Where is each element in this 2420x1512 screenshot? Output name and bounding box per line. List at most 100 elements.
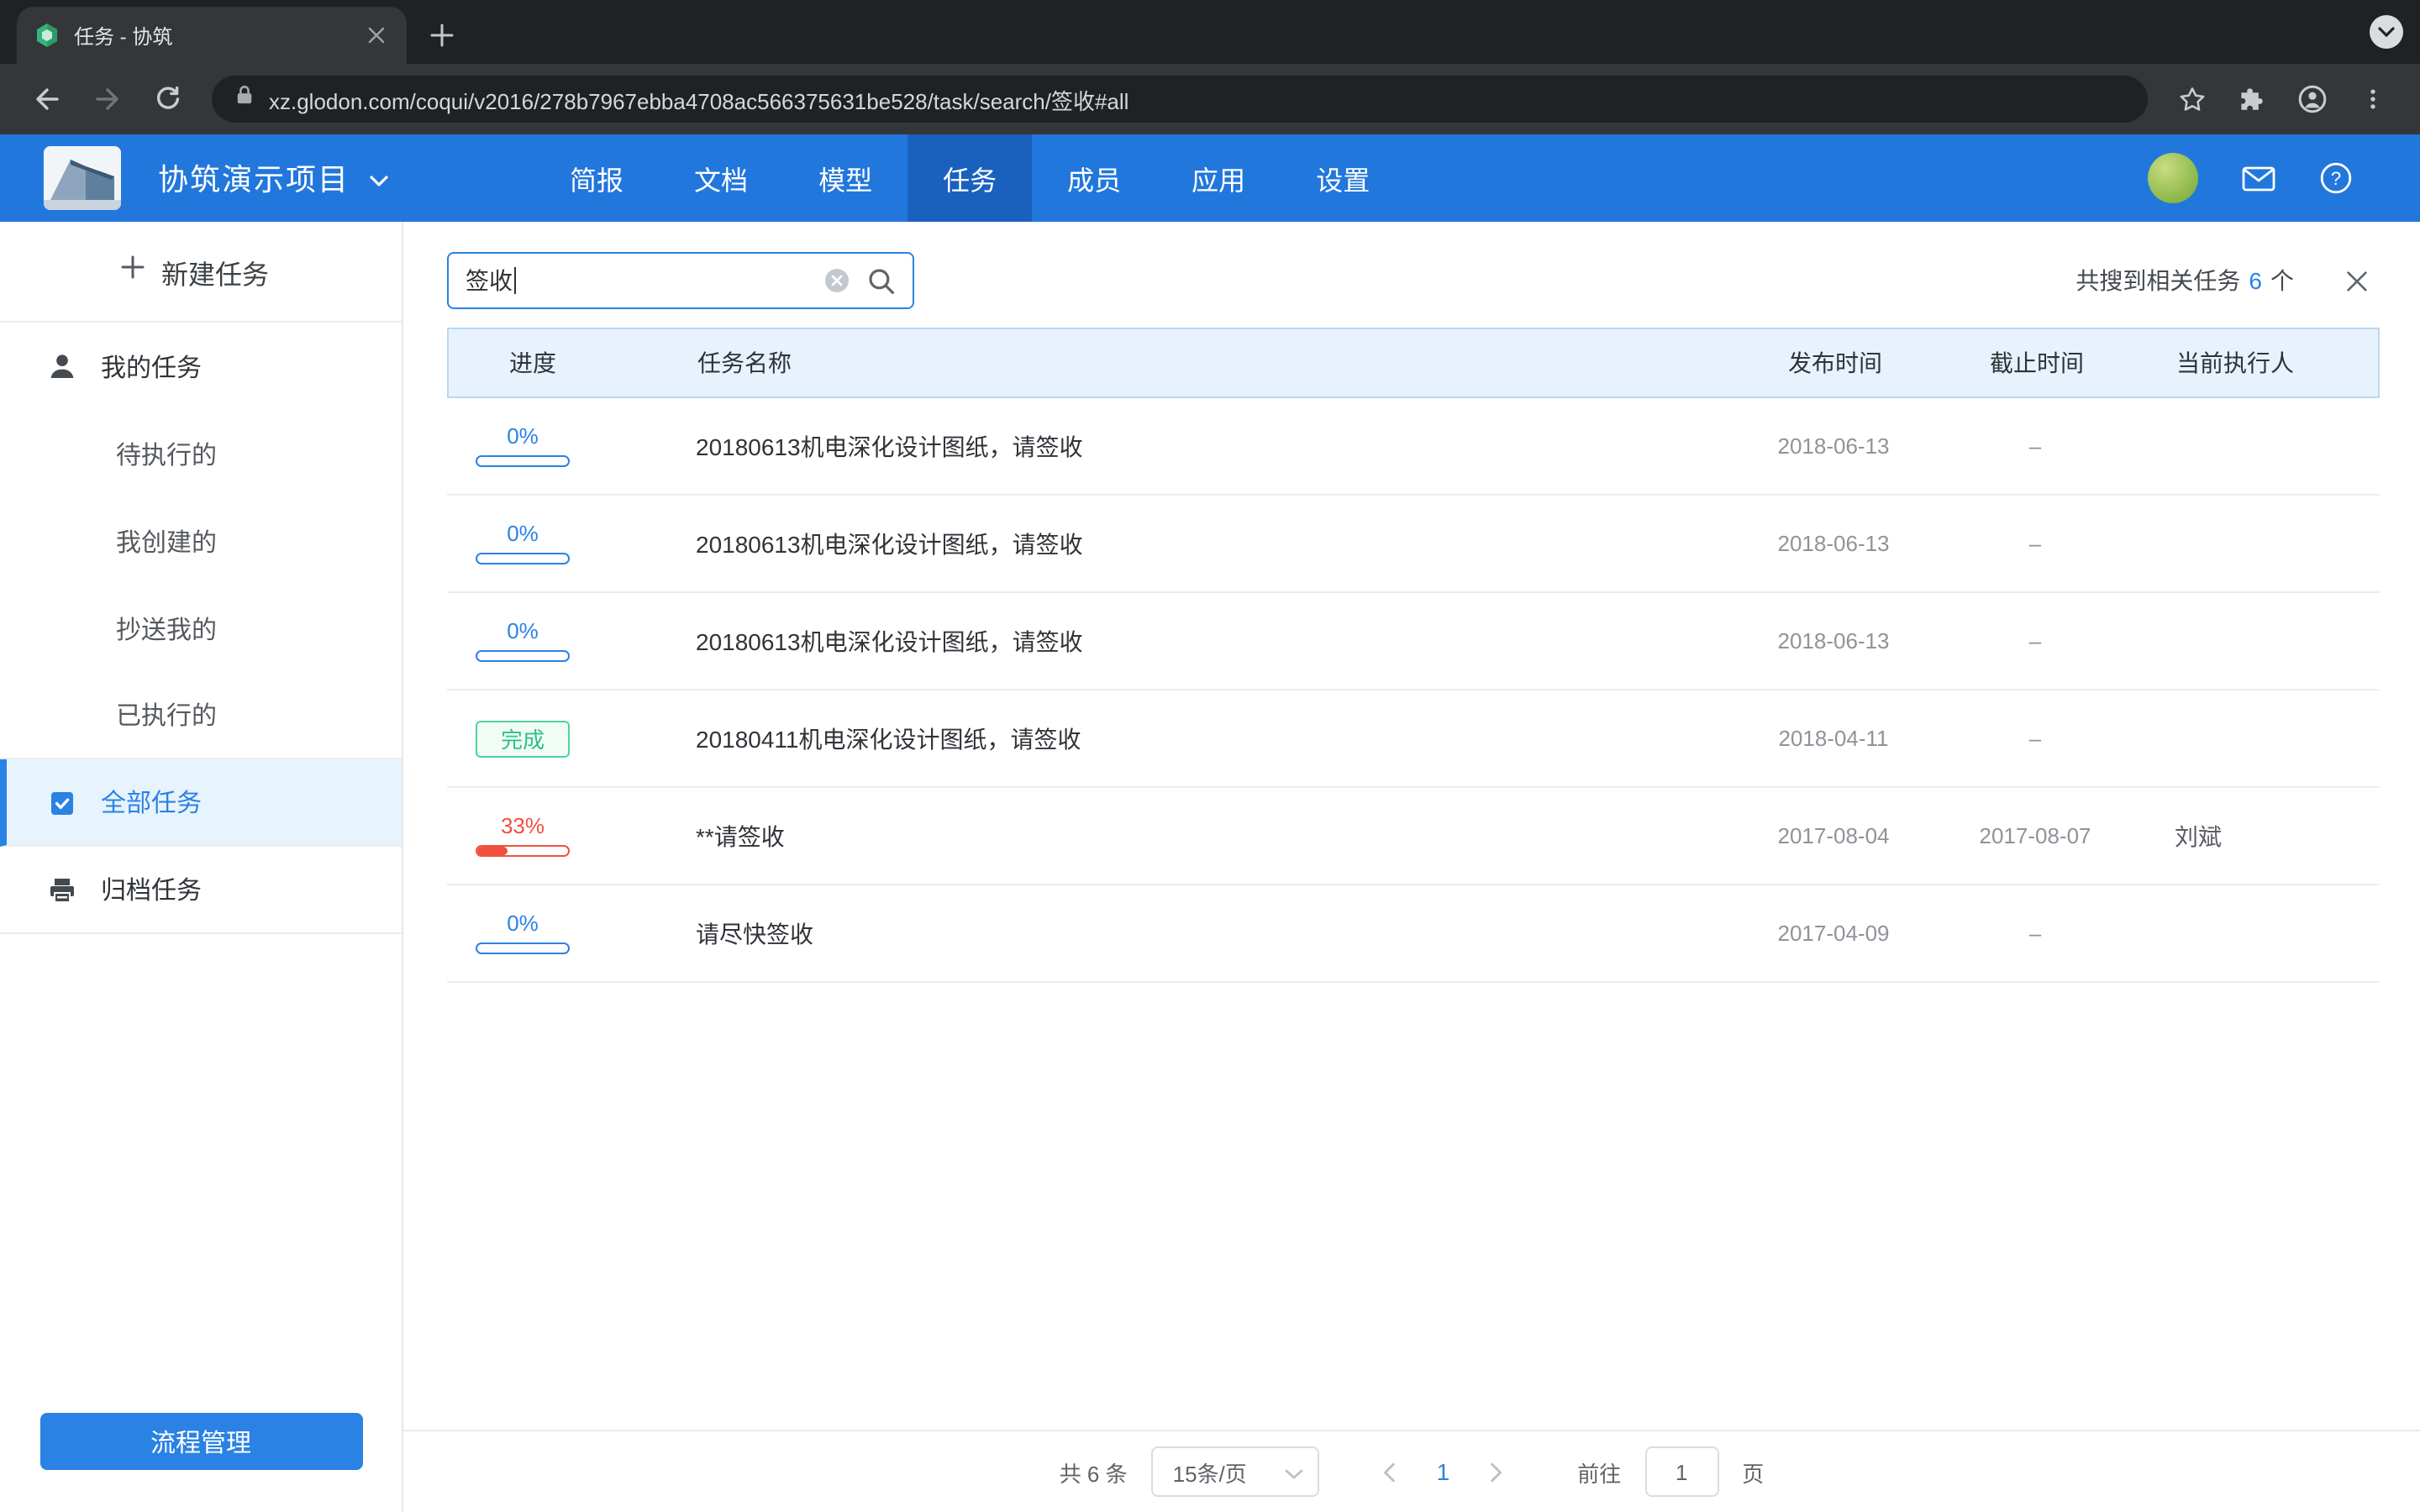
task-publish-date: 2018-04-11: [1707, 726, 1960, 751]
task-progress: 0%: [447, 522, 682, 564]
back-icon[interactable]: [22, 74, 72, 124]
table-row[interactable]: 0% 20180613机电深化设计图纸，请签收 2018-06-13 –: [447, 593, 2380, 690]
project-logo[interactable]: [44, 146, 121, 210]
sidebar-item-all-tasks[interactable]: 全部任务: [0, 759, 402, 847]
bookmark-star-icon[interactable]: [2166, 74, 2217, 124]
messages-envelope-icon[interactable]: [2242, 165, 2275, 191]
progress-bar: [476, 455, 570, 467]
task-deadline: –: [1960, 628, 2111, 654]
main-nav: 简报 文档 模型 任务 成员 应用 设置: [534, 134, 1405, 222]
browser-tabstrip: 任务 - 协筑: [0, 0, 2420, 64]
header-right: ?: [2148, 153, 2353, 203]
new-task-button[interactable]: 新建任务: [0, 222, 402, 323]
task-progress: 完成: [447, 720, 682, 757]
progress-bar: [476, 942, 570, 954]
person-icon: [47, 351, 77, 381]
app-header: 协筑演示项目 简报 文档 模型 任务 成员 应用 设置 ?: [0, 134, 2420, 222]
extensions-puzzle-icon[interactable]: [2227, 74, 2277, 124]
new-tab-button[interactable]: [420, 13, 464, 57]
task-list-check-icon: [47, 787, 77, 817]
nav-item-apps[interactable]: 应用: [1156, 134, 1281, 222]
table-row[interactable]: 0% 请尽快签收 2017-04-09 –: [447, 885, 2380, 983]
task-name[interactable]: 20180411机电深化设计图纸，请签收: [682, 722, 1707, 755]
browser-menu-kebab-icon[interactable]: [2348, 74, 2398, 124]
task-name[interactable]: 请尽快签收: [682, 916, 1707, 950]
sidebar: 新建任务 我的任务 待执行的 我创建的 抄送我的 已执行的 全部任务: [0, 222, 403, 1512]
task-name[interactable]: 20180613机电深化设计图纸，请签收: [682, 429, 1707, 463]
lock-icon: [235, 84, 254, 114]
search-value: 签收: [466, 264, 513, 297]
help-icon[interactable]: ?: [2319, 161, 2353, 195]
nav-item-briefing[interactable]: 简报: [534, 134, 659, 222]
forward-icon[interactable]: [82, 74, 133, 124]
task-publish-date: 2017-04-09: [1707, 921, 1960, 946]
site-favicon-icon: [34, 22, 60, 49]
reload-icon[interactable]: [143, 74, 193, 124]
table-row[interactable]: 33% **请签收 2017-08-04 2017-08-07 刘斌: [447, 788, 2380, 885]
app-body: 新建任务 我的任务 待执行的 我创建的 抄送我的 已执行的 全部任务: [0, 222, 2420, 1512]
sidebar-item-pending[interactable]: 待执行的: [0, 410, 402, 497]
project-switcher[interactable]: 协筑演示项目: [158, 156, 390, 200]
search-result-summary: 共搜到相关任务 6 个: [2075, 264, 2294, 297]
sidebar-item-created-by-me[interactable]: 我创建的: [0, 497, 402, 585]
nav-item-members[interactable]: 成员: [1032, 134, 1156, 222]
task-deadline: 2017-08-07: [1960, 823, 2111, 848]
search-icon[interactable]: [867, 266, 896, 295]
result-count: 6: [2249, 267, 2262, 294]
tab-close-icon[interactable]: [363, 22, 390, 49]
prev-page-icon[interactable]: [1370, 1452, 1410, 1492]
header-task-name: 任务名称: [684, 346, 1709, 380]
pagination-bar: 共 6 条 15条/页 1 前往 页: [403, 1430, 2420, 1512]
clear-search-icon[interactable]: [823, 267, 850, 294]
task-name[interactable]: 20180613机电深化设计图纸，请签收: [682, 624, 1707, 658]
process-management-button[interactable]: 流程管理: [39, 1413, 362, 1470]
browser-tab[interactable]: 任务 - 协筑: [17, 7, 407, 64]
header-progress: 进度: [449, 346, 684, 380]
main-content: 签收 共搜到相关任务 6 个: [403, 222, 2420, 1512]
address-bar[interactable]: xz.glodon.com/coqui/v2016/278b7967ebba47…: [212, 76, 2148, 123]
nav-item-models[interactable]: 模型: [783, 134, 908, 222]
task-deadline: –: [1960, 531, 2111, 556]
tab-search-button[interactable]: [2370, 15, 2403, 49]
nav-item-settings[interactable]: 设置: [1281, 134, 1405, 222]
goto-page-input[interactable]: [1644, 1446, 1718, 1497]
sidebar-item-my-tasks[interactable]: 我的任务: [0, 323, 402, 410]
progress-bar: [476, 650, 570, 662]
chevron-down-icon: [1284, 1459, 1304, 1484]
sidebar-item-archived-tasks[interactable]: 归档任务: [0, 847, 402, 934]
nav-item-documents[interactable]: 文档: [659, 134, 783, 222]
goto-label: 前往: [1577, 1456, 1621, 1488]
task-publish-date: 2018-06-13: [1707, 628, 1960, 654]
task-publish-date: 2017-08-04: [1707, 823, 1960, 848]
task-name[interactable]: **请签收: [682, 819, 1707, 853]
task-progress: 0%: [447, 425, 682, 467]
nav-item-tasks[interactable]: 任务: [908, 134, 1032, 222]
chevron-down-icon: [368, 160, 390, 196]
task-name[interactable]: 20180613机电深化设计图纸，请签收: [682, 527, 1707, 560]
close-search-icon[interactable]: [2344, 268, 2370, 293]
plus-icon: [121, 255, 145, 287]
current-page[interactable]: 1: [1434, 1458, 1454, 1485]
status-badge: 完成: [476, 720, 570, 757]
table-row[interactable]: 完成 20180411机电深化设计图纸，请签收 2018-04-11 –: [447, 690, 2380, 788]
sidebar-item-cc-to-me[interactable]: 抄送我的: [0, 585, 402, 672]
next-page-icon[interactable]: [1476, 1452, 1517, 1492]
table-header: 进度 任务名称 发布时间 截止时间 当前执行人: [447, 328, 2380, 398]
task-deadline: –: [1960, 433, 2111, 459]
progress-bar: [476, 553, 570, 564]
page-size-select[interactable]: 15条/页: [1151, 1446, 1319, 1497]
search-input[interactable]: 签收: [447, 252, 914, 309]
browser-profile-icon[interactable]: [2287, 74, 2338, 124]
progress-bar: [476, 845, 570, 857]
page-unit: 页: [1742, 1456, 1764, 1488]
user-avatar[interactable]: [2148, 153, 2198, 203]
total-count: 共 6 条: [1060, 1456, 1128, 1488]
archive-icon: [47, 874, 77, 905]
task-progress: 33%: [447, 815, 682, 857]
search-row: 签收 共搜到相关任务 6 个: [447, 252, 2380, 309]
screen: 任务 - 协筑 xz.glodon.com/coqui/v2016/278b79…: [0, 0, 2420, 1512]
table-row[interactable]: 0% 20180613机电深化设计图纸，请签收 2018-06-13 –: [447, 398, 2380, 496]
task-deadline: –: [1960, 921, 2111, 946]
sidebar-item-executed[interactable]: 已执行的: [0, 672, 402, 759]
table-row[interactable]: 0% 20180613机电深化设计图纸，请签收 2018-06-13 –: [447, 496, 2380, 593]
